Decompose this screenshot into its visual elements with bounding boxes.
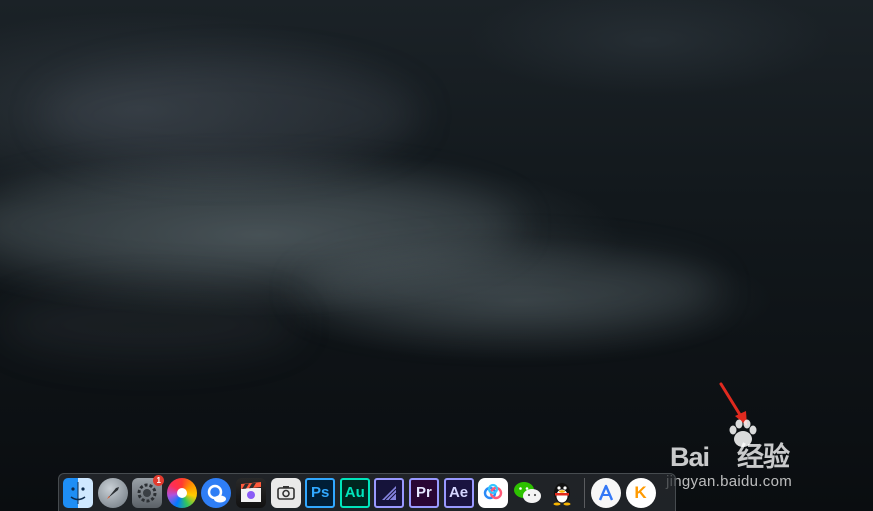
arc-app-icon[interactable] <box>590 477 621 508</box>
kuwo-music-icon[interactable]: K <box>625 477 656 508</box>
penguin-icon <box>553 482 571 505</box>
after-effects-label: Ae <box>448 484 469 501</box>
audition-icon[interactable]: Au <box>339 477 370 508</box>
encoder-glyph-icon <box>382 485 397 500</box>
final-cut-pro-icon[interactable] <box>235 477 266 508</box>
baidu-netdisk-icon[interactable] <box>478 477 509 508</box>
photoshop-label: Ps <box>310 484 330 501</box>
premiere-label: Pr <box>416 484 432 501</box>
clapper-icon <box>240 481 261 502</box>
cloud-rings-icon <box>483 483 503 499</box>
qq-icon[interactable] <box>547 478 577 508</box>
audition-label: Au <box>344 484 365 501</box>
system-preferences-icon[interactable]: 1 <box>132 474 165 508</box>
screenshot-app-icon[interactable] <box>270 477 301 508</box>
wallpaper-mist <box>40 60 420 170</box>
wallpaper-mist <box>0 290 300 360</box>
photoshop-icon[interactable]: Ps <box>305 477 336 508</box>
watermark-brand-latin: Bai <box>670 442 710 472</box>
finder-face-icon <box>70 481 86 504</box>
notification-badge: 1 <box>153 474 165 486</box>
dock-separator <box>583 477 585 508</box>
chat-bubbles-icon <box>513 481 541 503</box>
annotation-arrow <box>719 382 747 426</box>
watermark-url: jingyan.baidu.com <box>666 473 793 490</box>
watermark-brand: Bai 经验 <box>670 435 790 474</box>
premiere-pro-icon[interactable]: Pr <box>408 477 439 508</box>
baidu-jingyan-watermark: Bai 经验 jingyan.baidu.com <box>662 415 862 505</box>
browser-search-icon[interactable] <box>201 477 232 508</box>
launchpad-icon[interactable] <box>97 477 128 508</box>
desktop-wallpaper: Bai 经验 jingyan.baidu.com 1 Ps Au Pr Ae K <box>0 0 873 511</box>
wallpaper-mist <box>300 250 720 330</box>
color-wheel-app-icon[interactable] <box>166 477 197 508</box>
kuwo-label: K <box>634 482 647 502</box>
rocket-icon <box>106 486 119 499</box>
dock: 1 Ps Au Pr Ae K <box>58 473 676 511</box>
color-wheel-center <box>176 487 187 498</box>
media-encoder-icon[interactable] <box>374 477 405 508</box>
magnifier-cloud-icon <box>208 484 227 502</box>
camera-icon <box>276 485 295 500</box>
watermark-brand-cn: 经验 <box>737 442 790 472</box>
letter-a-icon <box>598 484 614 500</box>
after-effects-icon[interactable]: Ae <box>443 477 474 508</box>
wechat-icon[interactable] <box>513 478 543 508</box>
finder-icon[interactable] <box>63 477 93 508</box>
